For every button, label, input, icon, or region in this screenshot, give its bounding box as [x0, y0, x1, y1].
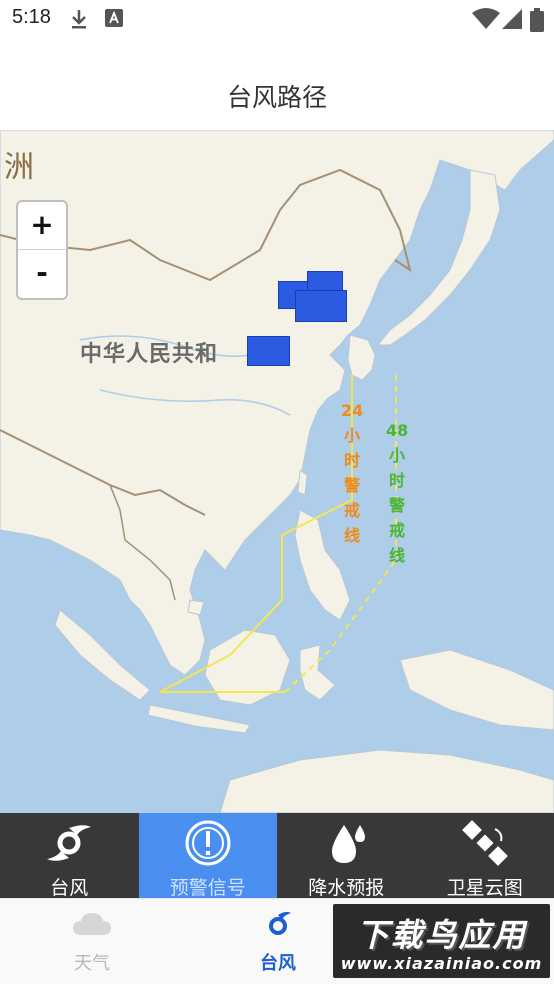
gale-alert-icon[interactable] [247, 336, 290, 366]
gale-alert-icon[interactable] [295, 290, 347, 322]
zoom-control: + - [16, 200, 68, 300]
land-new-guinea [400, 650, 554, 730]
tab-satellite[interactable]: 卫星云图 [416, 813, 554, 898]
tab-typhoon[interactable]: 台风 [0, 813, 139, 898]
land-hainan [188, 600, 204, 615]
land-borneo [205, 630, 290, 705]
typhoon-icon [45, 819, 93, 867]
font-icon [104, 8, 124, 28]
satellite-icon [461, 819, 509, 867]
nav-typhoon-label: 台风 [208, 949, 348, 975]
typhoon-map[interactable]: 洲 中华人民共和 24小时警戒线 48小时警戒线 + - [0, 130, 554, 813]
tab-typhoon-label: 台风 [0, 873, 139, 900]
cloud-icon [73, 911, 111, 937]
nav-typhoon[interactable]: 台风 [208, 899, 348, 985]
tab-warning-signal-label: 预警信号 [139, 873, 278, 900]
nav-weather[interactable]: 天气 [22, 899, 162, 985]
zoom-out-button[interactable]: - [18, 250, 66, 298]
battery-icon [530, 8, 544, 32]
warning-label-24h: 24小时警戒线 [341, 398, 363, 548]
land-korea [348, 335, 375, 380]
function-tab-bar: 台风 预警信号 降水预报 卫星云图 [0, 813, 554, 898]
land-java [148, 705, 250, 733]
app-header: 台风路径 [0, 40, 554, 130]
signal-icon [502, 8, 522, 30]
raindrop-icon [322, 819, 370, 867]
tab-precipitation-label: 降水预报 [277, 873, 416, 900]
zoom-in-button[interactable]: + [18, 202, 66, 250]
tab-warning-signal[interactable]: 预警信号 [139, 813, 278, 898]
map-basemap [0, 130, 554, 813]
continent-label: 洲 [4, 142, 34, 186]
country-label: 中华人民共和 [80, 336, 218, 368]
nav-weather-label: 天气 [22, 949, 162, 975]
warning-signal-icon [184, 819, 232, 867]
download-icon [70, 8, 88, 30]
watermark-text: 下载鸟应用 [339, 910, 544, 956]
status-time: 5:18 [12, 6, 51, 29]
land-australia [220, 750, 554, 813]
land-sumatra [55, 610, 150, 700]
watermark-logo: 下载鸟应用 www.xiazainiao.com [333, 904, 550, 978]
warning-label-48h: 48小时警戒线 [386, 418, 408, 568]
page-title: 台风路径 [0, 78, 554, 114]
watermark-url: www.xiazainiao.com [333, 954, 550, 973]
typhoon-icon [264, 909, 292, 939]
land-taiwan [298, 470, 307, 495]
wifi-icon [472, 8, 500, 30]
tab-satellite-label: 卫星云图 [416, 873, 554, 900]
status-bar: 5:18 [0, 0, 554, 40]
tab-precipitation[interactable]: 降水预报 [277, 813, 416, 898]
